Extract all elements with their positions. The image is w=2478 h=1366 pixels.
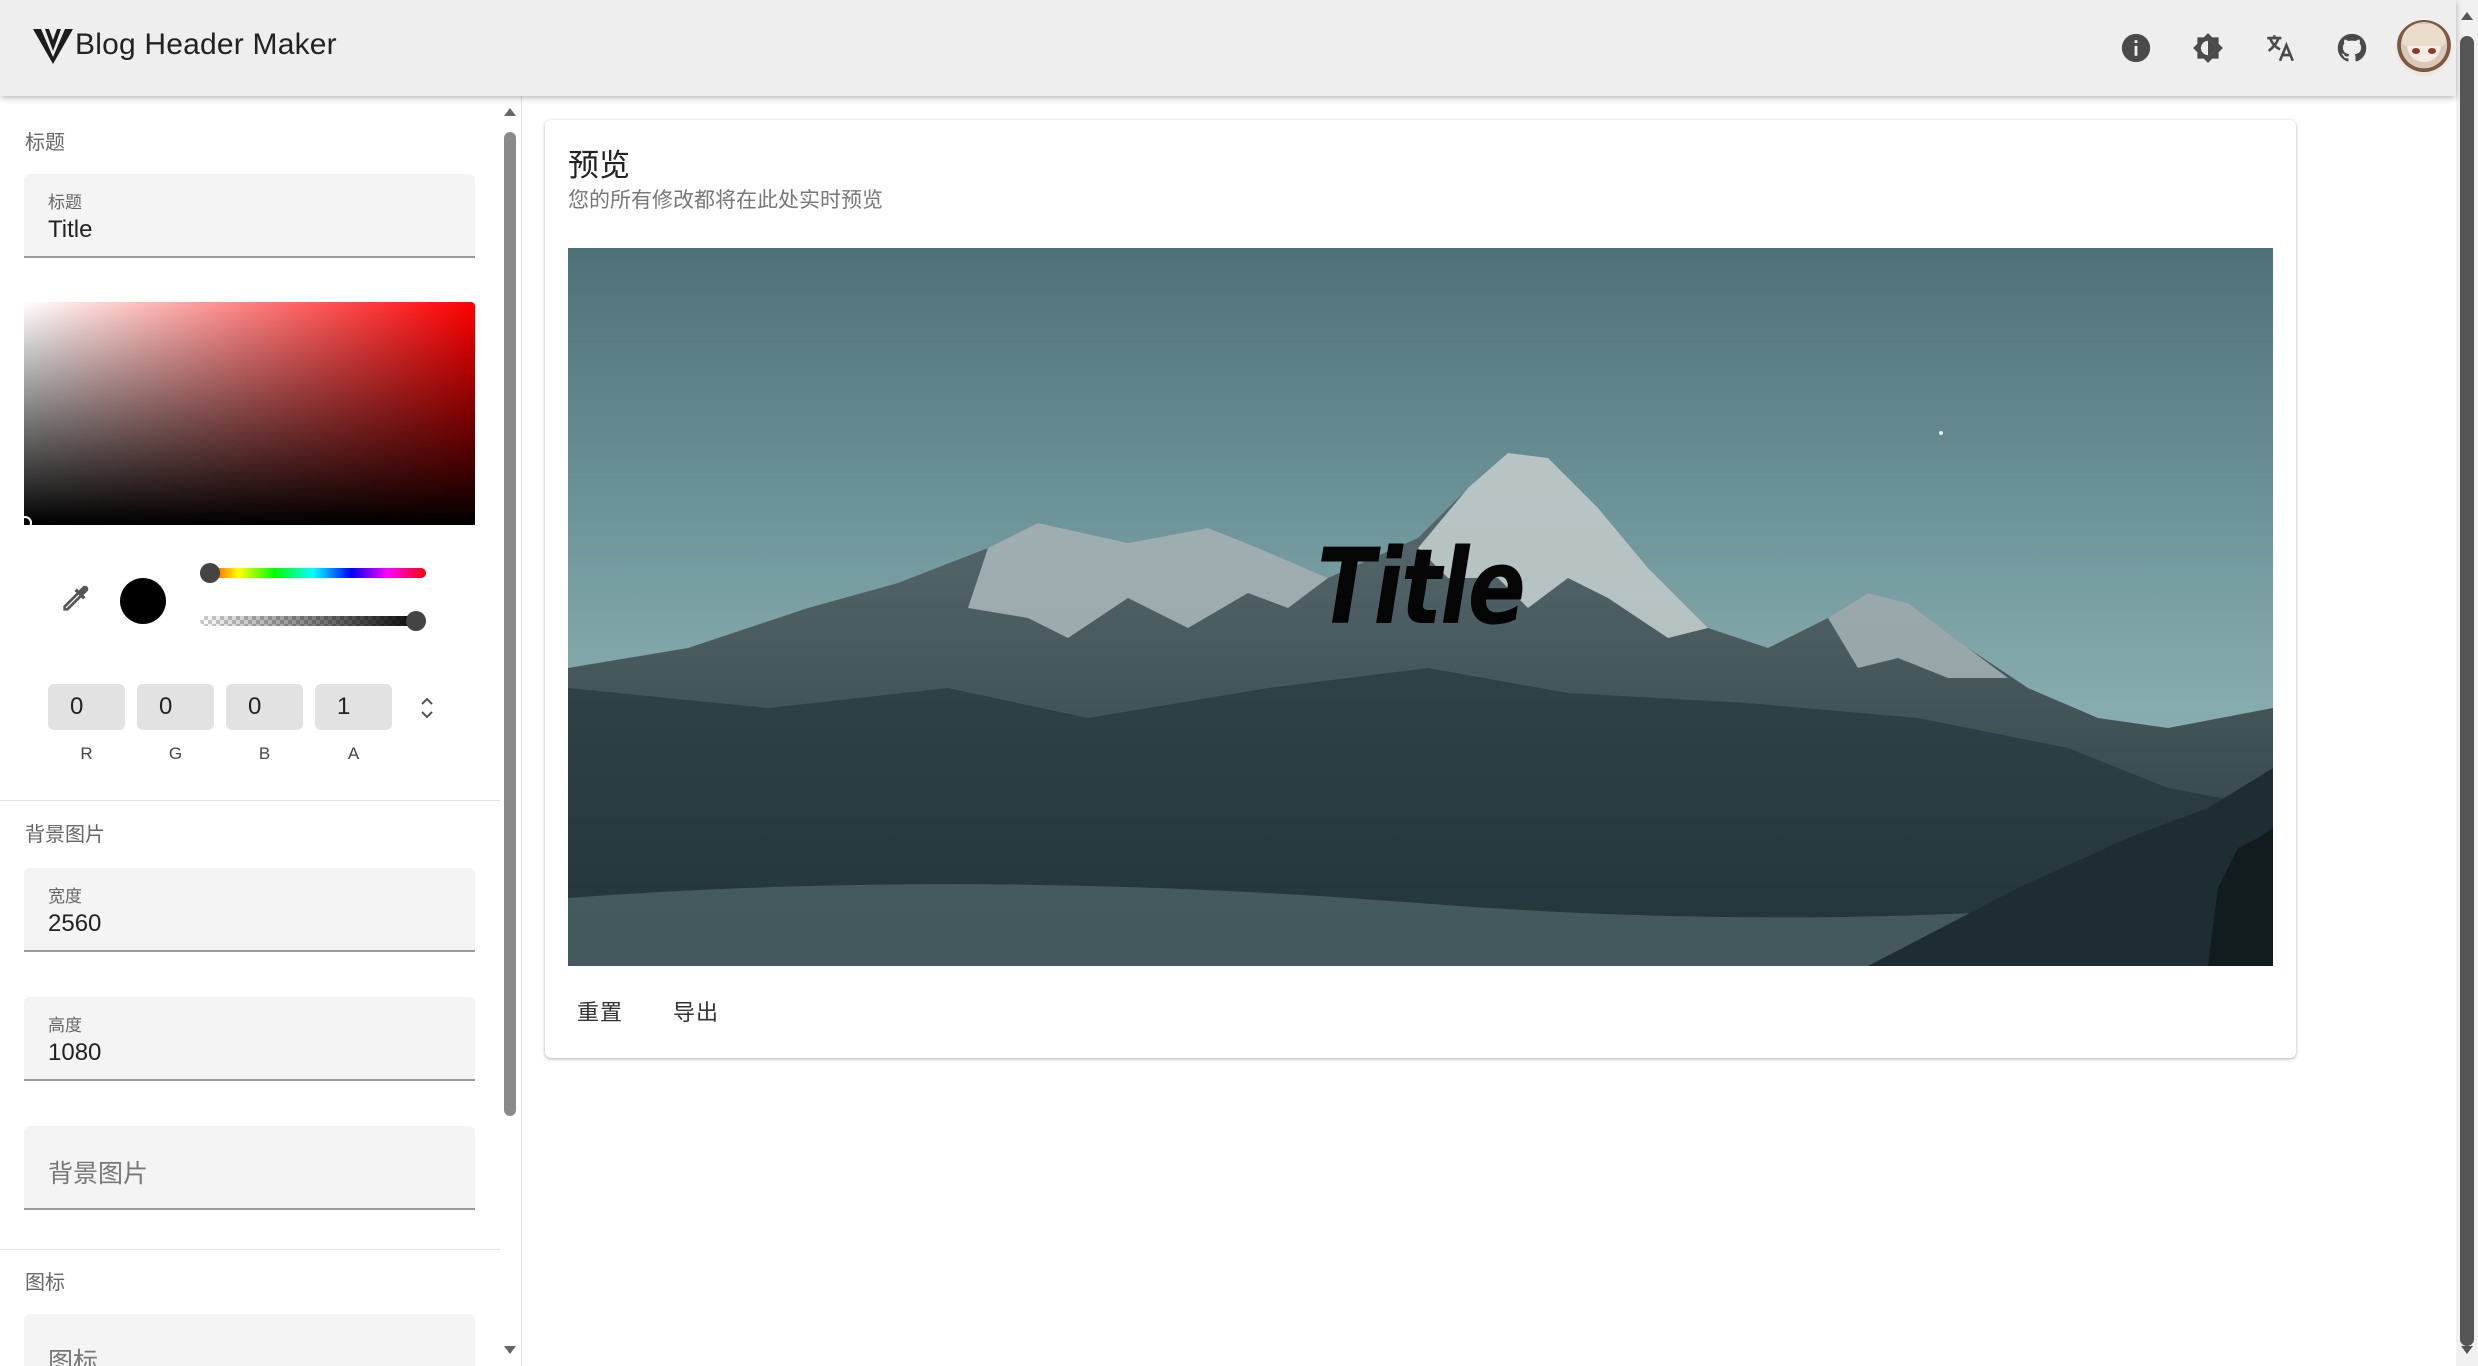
card-title: 预览 [568, 148, 630, 183]
green-input[interactable]: 0 [137, 684, 214, 730]
section-divider [0, 800, 500, 801]
sidebar-scroll-thumb[interactable] [504, 132, 516, 1116]
title-input-value[interactable]: Title [48, 216, 92, 244]
background-image-placeholder: 背景图片 [48, 1160, 149, 1188]
github-button[interactable] [2326, 22, 2378, 74]
appbar-actions [2110, 22, 2398, 74]
height-input-value[interactable]: 1080 [48, 1039, 101, 1067]
avatar-icon[interactable] [2396, 20, 2452, 76]
app-root: Blog Header Maker 标题 标题 Title 0 0 0 1 R … [0, 0, 2478, 1366]
window-scrollbar[interactable] [2456, 0, 2478, 1366]
hue-slider-thumb[interactable] [200, 563, 220, 583]
app-bar: Blog Header Maker [0, 0, 2456, 96]
preview-title-text: Title [1316, 526, 1526, 648]
card-actions: 重置 导出 [555, 986, 747, 1040]
height-input-label: 高度 [48, 1016, 82, 1035]
translate-icon [2267, 35, 2294, 62]
title-section-label: 标题 [25, 132, 65, 154]
alpha-input[interactable]: 1 [315, 684, 392, 730]
info-icon [2121, 33, 2151, 63]
about-button[interactable] [2110, 22, 2162, 74]
eyedropper-icon[interactable] [55, 579, 95, 619]
icon-input[interactable]: 图标 [24, 1314, 475, 1366]
card-subtitle: 您的所有修改都将在此处实时预览 [568, 189, 883, 212]
vuetify-logo-icon [33, 29, 73, 64]
background-section-label: 背景图片 [25, 824, 105, 846]
red-input[interactable]: 0 [48, 684, 125, 730]
background-image-input[interactable]: 背景图片 [24, 1126, 475, 1210]
alpha-slider[interactable] [200, 611, 426, 631]
icon-section-label: 图标 [25, 1272, 65, 1294]
brightness-icon [2193, 33, 2223, 63]
header-preview-image: Title [568, 248, 2273, 966]
alpha-label: A [347, 744, 360, 763]
theme-toggle-button[interactable] [2182, 22, 2234, 74]
width-input-value[interactable]: 2560 [48, 910, 101, 938]
hue-slider[interactable] [200, 563, 426, 583]
title-input-label: 标题 [48, 193, 82, 212]
export-button[interactable]: 导出 [651, 986, 741, 1040]
sidebar-scrollbar[interactable] [500, 96, 520, 1366]
red-label: R [80, 744, 93, 763]
scroll-up-arrow[interactable] [504, 108, 516, 116]
window-scroll-up-arrow[interactable] [2461, 12, 2473, 20]
title-input[interactable]: 标题 Title [24, 174, 475, 258]
color-mode-toggle-icon[interactable] [415, 693, 439, 723]
scroll-down-arrow[interactable] [504, 1346, 516, 1354]
avatar-eye [2428, 48, 2436, 54]
section-divider [0, 1249, 500, 1250]
blue-label: B [258, 744, 271, 763]
preview-card: 预览 您的所有修改都将在此处实时预览 Title 重置 导出 [545, 120, 2296, 1058]
alpha-slider-thumb[interactable] [406, 611, 426, 631]
color-saturation-canvas[interactable] [18, 302, 475, 530]
github-icon [2337, 33, 2367, 62]
language-button[interactable] [2254, 22, 2306, 74]
window-scroll-thumb[interactable] [2460, 36, 2474, 1346]
color-canvas-handle[interactable] [18, 516, 32, 530]
width-input[interactable]: 宽度 2560 [24, 868, 475, 952]
blue-input[interactable]: 0 [226, 684, 303, 730]
height-input[interactable]: 高度 1080 [24, 997, 475, 1081]
avatar-eye [2412, 48, 2420, 54]
selected-color-swatch [120, 578, 166, 624]
window-scroll-down-arrow[interactable] [2461, 1346, 2473, 1354]
width-input-label: 宽度 [48, 887, 82, 906]
reset-button[interactable]: 重置 [555, 986, 645, 1040]
app-title: Blog Header Maker [75, 28, 337, 61]
green-label: G [168, 744, 183, 763]
avatar-hair [2402, 24, 2446, 46]
settings-sidebar: 标题 标题 Title 0 0 0 1 R G B A 背景图片 宽度 2560… [0, 96, 522, 1366]
icon-input-placeholder: 图标 [48, 1348, 99, 1366]
